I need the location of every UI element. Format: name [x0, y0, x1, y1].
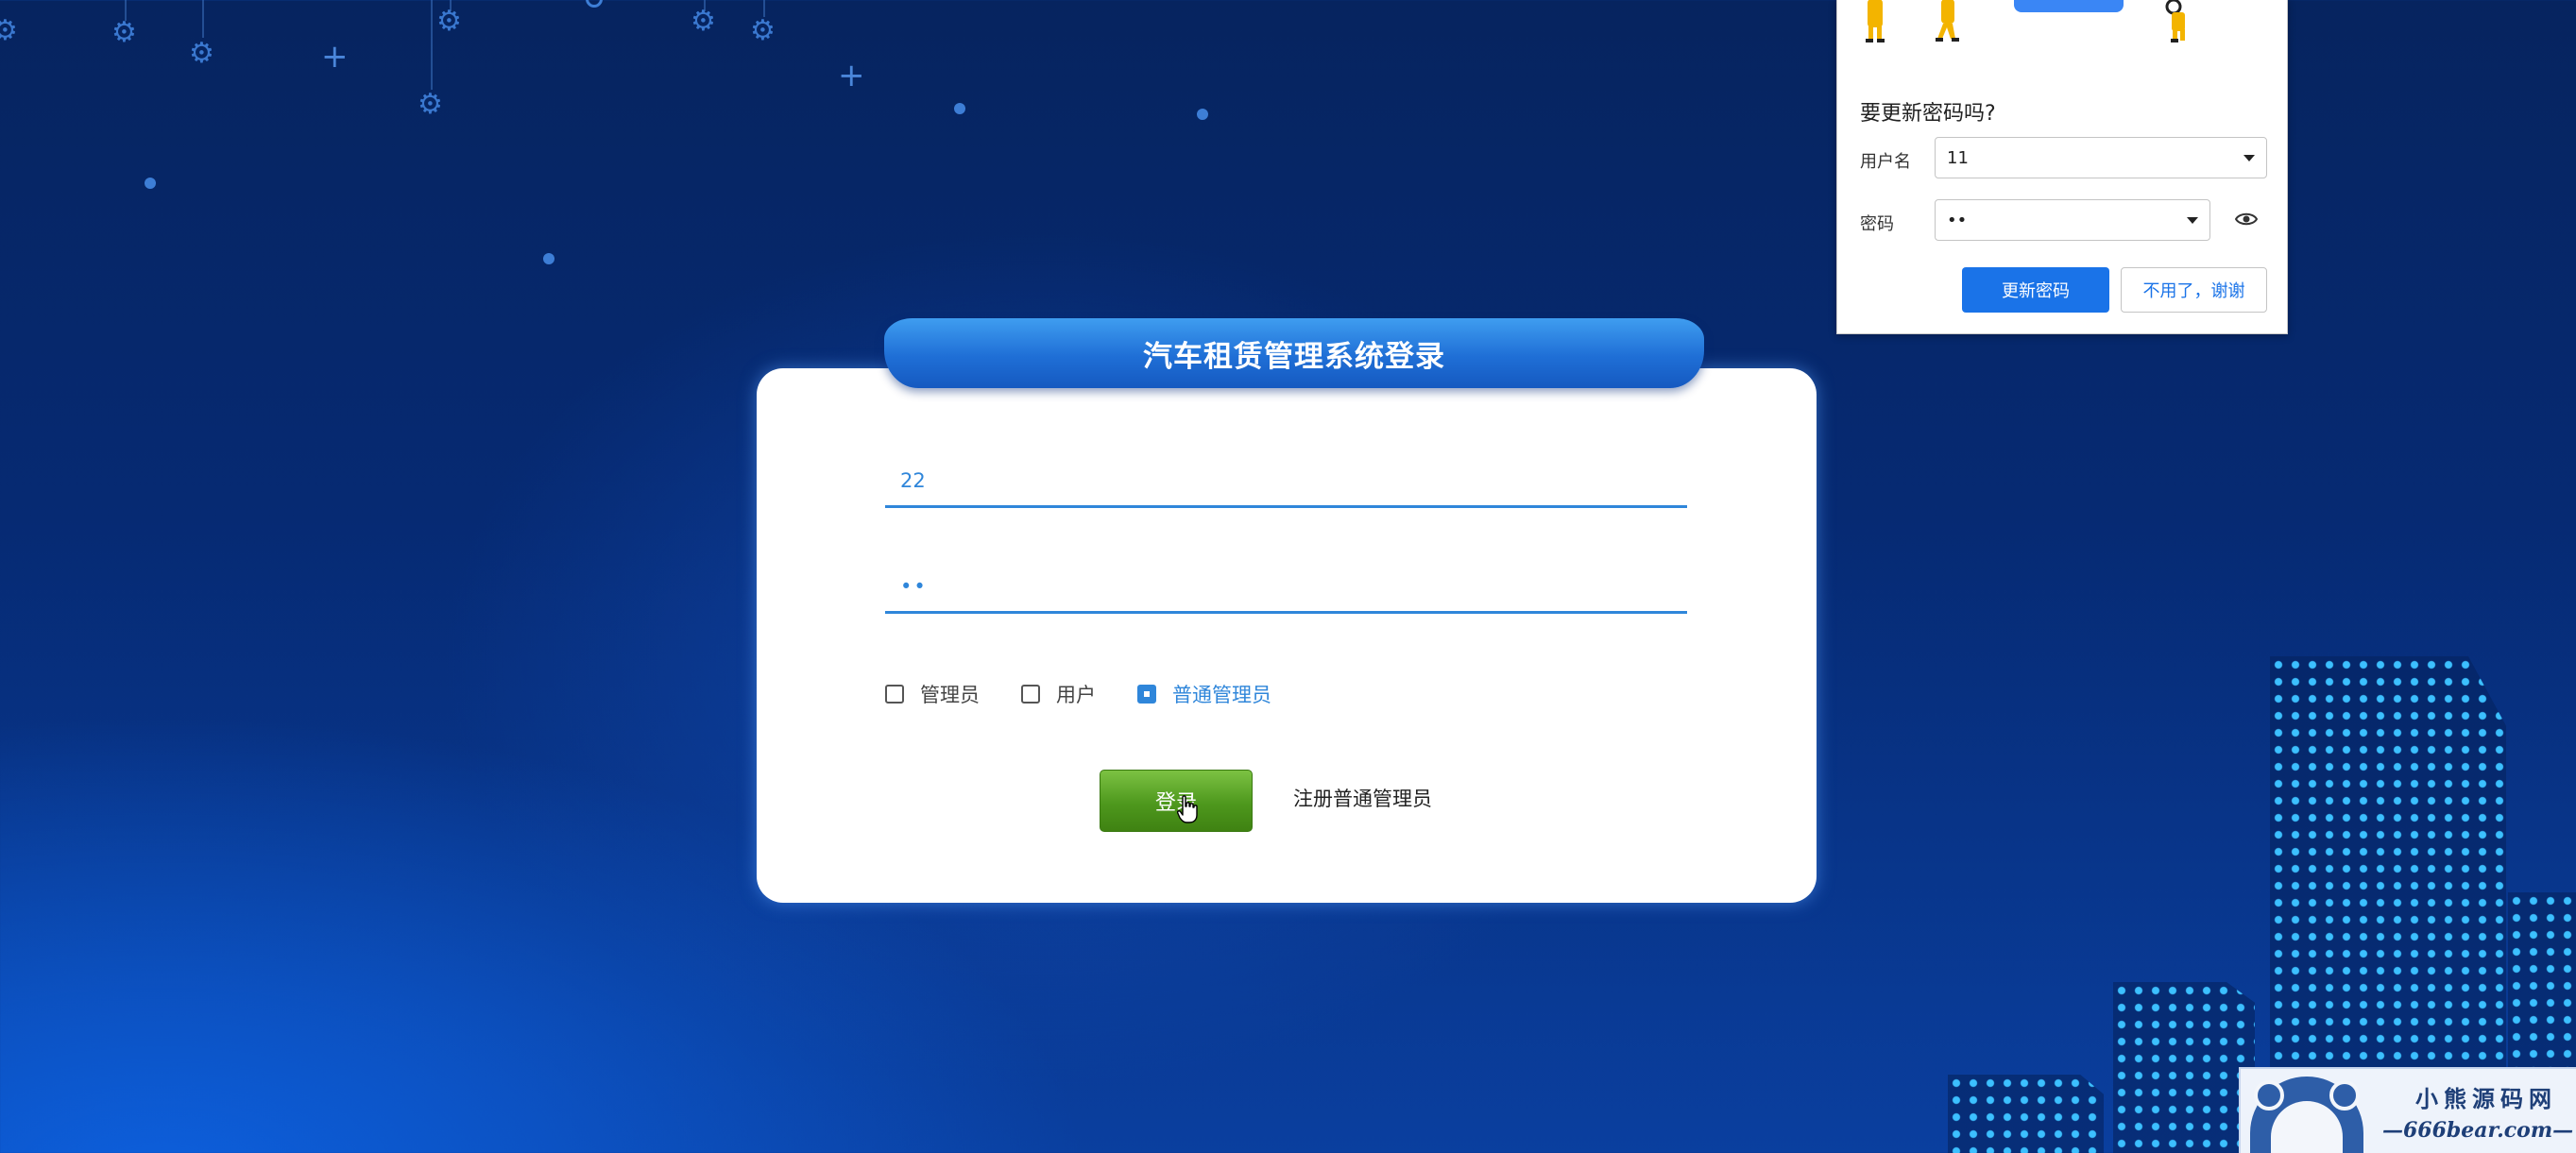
gear-icon: ⚙: [750, 14, 776, 47]
gear-icon: ⚙: [436, 5, 462, 38]
building: [1948, 1075, 2104, 1153]
eye-icon[interactable]: [2235, 210, 2258, 229]
role-selector: 管理员 用户 普通管理员: [885, 680, 1313, 708]
role-option-general-admin[interactable]: 普通管理员: [1137, 680, 1271, 708]
login-button[interactable]: 登录: [1100, 770, 1253, 832]
gear-icon: ⚙: [189, 37, 214, 70]
username-label: 用户名: [1860, 152, 1911, 172]
role-option-admin[interactable]: 管理员: [885, 680, 980, 708]
decline-button[interactable]: 不用了，谢谢: [2121, 267, 2267, 313]
role-general-admin-checkbox[interactable]: [1137, 685, 1156, 704]
role-admin-checkbox[interactable]: [885, 685, 904, 704]
register-link[interactable]: 注册普通管理员: [1293, 784, 1432, 812]
gear-icon: ⚙: [111, 16, 137, 49]
role-user-label: 用户: [1056, 684, 1096, 706]
saved-password-select[interactable]: ••: [1935, 199, 2210, 241]
password-input[interactable]: [885, 561, 1687, 614]
hand-cursor-icon: [1177, 795, 1198, 823]
username-input[interactable]: [885, 455, 1687, 508]
gear-icon: ⚙: [418, 88, 443, 121]
page-title: 汽车租赁管理系统登录: [1143, 339, 1445, 374]
password-label: 密码: [1860, 214, 1894, 234]
bear-logo-icon: [2250, 1077, 2363, 1153]
watermark-logo: 小熊源码网 —666bear.com—: [2239, 1067, 2576, 1153]
update-password-button[interactable]: 更新密码: [1962, 267, 2109, 313]
chevron-down-icon: [2187, 217, 2198, 224]
role-general-admin-label: 普通管理员: [1172, 684, 1271, 706]
illustration-person-icon: [1866, 0, 1885, 42]
update-password-dialog: 要更新密码吗? 用户名 11 密码 •• 更新密码 不用了，谢谢: [1836, 0, 2288, 334]
role-admin-label: 管理员: [920, 684, 980, 706]
building: [2113, 982, 2255, 1153]
illustration-person-icon: [1936, 0, 1959, 42]
chevron-down-icon: [2243, 155, 2255, 161]
saved-username-select[interactable]: 11: [1935, 137, 2267, 178]
illustration-button-shape: [2014, 0, 2124, 12]
login-title-bar: 汽车租赁管理系统登录: [884, 318, 1704, 388]
gear-icon: ⚙: [0, 14, 18, 47]
role-user-checkbox[interactable]: [1021, 685, 1040, 704]
saved-username-value: 11: [1947, 147, 1969, 168]
saved-password-value: ••: [1947, 210, 1968, 230]
dialog-question: 要更新密码吗?: [1860, 102, 1996, 126]
login-card: [757, 368, 1817, 903]
illustration-person-icon: [2165, 0, 2185, 42]
gear-icon: ⚙: [691, 5, 716, 38]
watermark-line1: 小熊源码网: [2415, 1085, 2557, 1112]
role-option-user[interactable]: 用户: [1021, 680, 1096, 708]
watermark-line2: —666bear.com—: [2382, 1118, 2574, 1143]
